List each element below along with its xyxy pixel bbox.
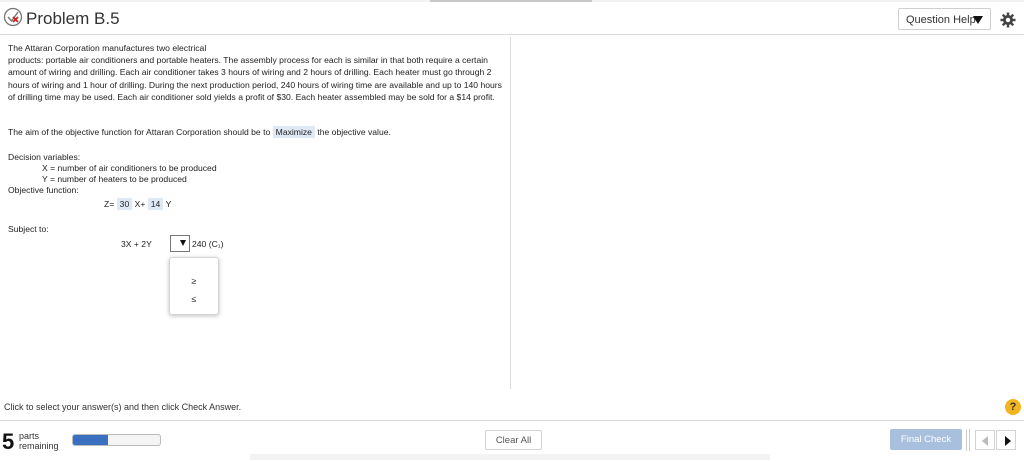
- aim-suffix: the objective value.: [317, 127, 391, 137]
- x-variable: X+: [134, 199, 146, 209]
- constraint-name: (C₁): [208, 239, 224, 249]
- z-label: Z=: [104, 199, 115, 209]
- objective-function: Z= 30 X+ 14 Y: [104, 198, 172, 210]
- parts-remaining-count: 5: [2, 429, 15, 454]
- chevron-down-icon: [973, 16, 983, 24]
- objective-function-label: Objective function:: [8, 185, 79, 195]
- y-variable: Y: [165, 199, 172, 209]
- top-strip: [0, 0, 1024, 2]
- footer-separator: [966, 429, 967, 451]
- dropdown-arrow-icon: [180, 240, 186, 246]
- instruction-text: Click to select your answer(s) and then …: [4, 402, 242, 412]
- question-panel: The Attaran Corporation manufactures two…: [0, 37, 511, 387]
- y-coefficient[interactable]: 14: [147, 198, 164, 210]
- next-button[interactable]: [996, 430, 1016, 450]
- gear-icon[interactable]: [1000, 12, 1016, 28]
- constraint-rhs-line: 240 (C₁): [192, 239, 224, 249]
- clear-all-button[interactable]: Clear All: [485, 430, 542, 450]
- constraint-rhs: 240: [192, 239, 207, 249]
- problem-statement: The Attaran Corporation manufactures two…: [8, 43, 502, 102]
- previous-button[interactable]: [975, 430, 995, 450]
- question-help-button[interactable]: Question Help: [898, 8, 991, 30]
- question-help-label: Question Help: [906, 14, 976, 26]
- parts-label-line1: parts: [19, 431, 40, 441]
- objective-aim-line: The aim of the objective function for At…: [8, 126, 391, 138]
- problem-status-icon: [3, 7, 23, 27]
- y-definition: Y = number of heaters to be produced: [42, 174, 187, 184]
- panel-divider: [510, 37, 511, 389]
- chevron-right-icon: [1005, 436, 1011, 446]
- subject-to-label: Subject to:: [8, 224, 49, 234]
- constraint-lhs: 3X + 2Y: [121, 239, 152, 249]
- parts-remaining-label: parts remaining: [19, 431, 59, 451]
- aim-prefix: The aim of the objective function for At…: [8, 127, 271, 137]
- aim-answer[interactable]: Maximize: [272, 126, 315, 138]
- inequality-select[interactable]: [170, 235, 190, 252]
- dropdown-option-le[interactable]: ≤: [170, 292, 218, 307]
- x-coefficient[interactable]: 30: [116, 198, 133, 210]
- x-definition: X = number of air conditioners to be pro…: [42, 163, 217, 173]
- top-strip-marker: [430, 0, 592, 2]
- page-title: Problem B.5: [26, 9, 120, 28]
- progress-bar: [72, 434, 161, 446]
- chevron-left-icon: [982, 436, 988, 446]
- final-check-button[interactable]: Final Check: [890, 429, 962, 450]
- parts-label-line2: remaining: [19, 441, 59, 451]
- inequality-dropdown: ≥ ≤: [169, 257, 219, 315]
- help-icon[interactable]: ?: [1005, 399, 1021, 415]
- decision-variables-label: Decision variables:: [8, 152, 81, 162]
- bottom-shadow: [250, 454, 770, 460]
- progress-fill: [73, 435, 108, 445]
- footer-separator: [969, 429, 970, 451]
- dropdown-option-ge[interactable]: ≥: [170, 274, 218, 289]
- header-bar: Problem B.5 Question Help: [0, 4, 1024, 35]
